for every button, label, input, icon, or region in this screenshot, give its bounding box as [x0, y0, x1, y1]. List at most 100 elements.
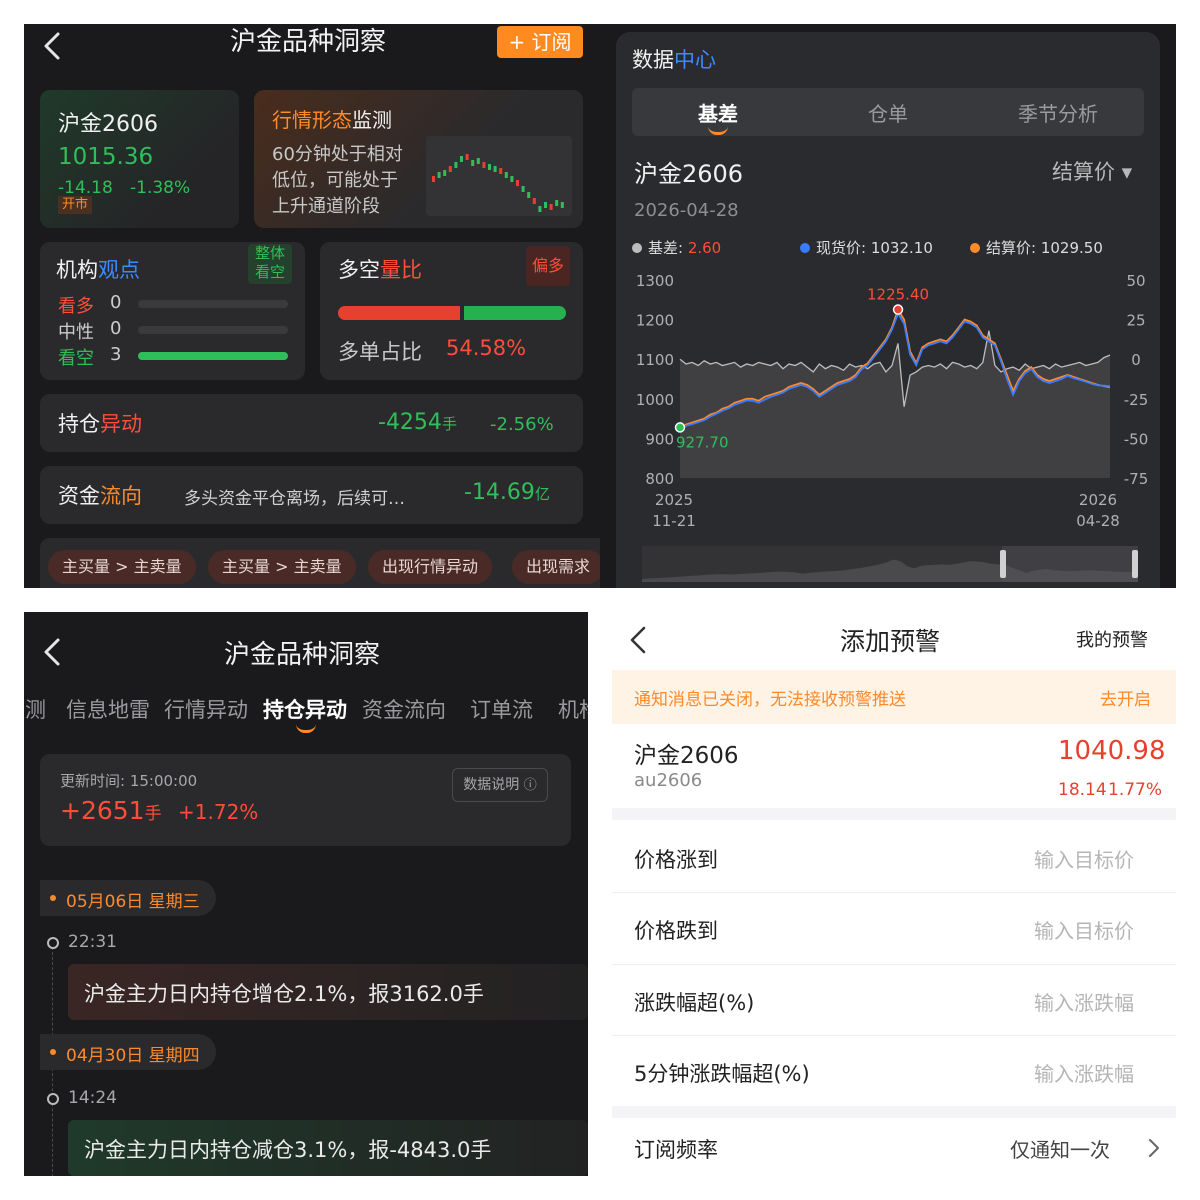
position-change-card[interactable]: 持仓异动 -4254手 -2.56% — [40, 394, 583, 452]
frequency-value[interactable]: 仅通知一次 — [1010, 1134, 1110, 1163]
institution-views-card[interactable]: 机构观点 整体 看空 看多 0 中性 0 看空 3 — [40, 242, 305, 380]
views-title-b: 观点 — [98, 258, 140, 282]
y-left-tick: 1300 — [636, 272, 674, 290]
section-divider — [612, 808, 1176, 820]
signal-pill[interactable]: 出现行情异动 — [368, 550, 493, 584]
five-min-change-row[interactable]: 5分钟涨跌幅超(%) 输入涨跌幅 — [612, 1036, 1176, 1106]
change-pct-input[interactable]: 输入涨跌幅 — [1034, 987, 1134, 1016]
help-circle-icon: ⓘ — [523, 778, 537, 793]
tab-seasonal[interactable]: 季节分析 — [1018, 98, 1098, 127]
y-right-tick: 25 — [1126, 312, 1145, 330]
neutral-bar — [138, 326, 288, 334]
price-rise-label: 价格涨到 — [634, 848, 718, 872]
date-label: 04月30日 星期四 — [66, 1046, 200, 1066]
event-time: 22:31 — [68, 932, 117, 952]
position-change-value: -4254手 — [378, 410, 457, 435]
flow-title-a: 资金 — [58, 484, 100, 508]
signal-pill[interactable]: 主买量 > 主卖量 — [48, 550, 196, 584]
enable-notification-link[interactable]: 去开启 — [1100, 685, 1151, 710]
mini-candle — [437, 172, 441, 178]
page-title: 添加预警 — [840, 627, 941, 656]
bearish-label: 看空 — [58, 348, 94, 369]
instrument-change-pct: 1.77% — [1108, 780, 1163, 800]
long-share-bar — [338, 306, 461, 320]
five-min-change-input[interactable]: 输入涨跌幅 — [1034, 1058, 1134, 1087]
tab-warehouse-receipt[interactable]: 仓单 — [868, 98, 908, 127]
mini-candle — [527, 192, 531, 198]
instrument-name: 沪金2606 — [634, 743, 739, 769]
long-short-ratio-card[interactable]: 多空量比 偏多 多单占比 54.58% — [320, 242, 583, 380]
mini-candle — [499, 168, 503, 174]
price-type-dropdown[interactable]: 结算价 ▾ — [1052, 156, 1132, 186]
signal-pill[interactable]: 主买量 > 主卖量 — [208, 550, 356, 584]
range-slider-window — [1002, 546, 1138, 582]
data-info-label: 数据说明 — [463, 777, 520, 793]
price-change: -14.18 — [58, 178, 113, 198]
tab-market-anomaly[interactable]: 行情异动 — [164, 694, 248, 724]
data-center-title-b: 中心 — [674, 48, 716, 72]
trend-desc-2: 低位，可能处于 — [272, 170, 398, 191]
mini-candle — [448, 166, 452, 172]
views-card-title: 机构观点 — [56, 254, 140, 284]
bullish-bar — [138, 300, 288, 308]
subscribe-frequency-row[interactable]: 订阅频率 仅通知一次 — [612, 1118, 1176, 1176]
tab-bar: 基差 仓单 季节分析 — [632, 88, 1144, 136]
back-icon[interactable] — [624, 622, 654, 658]
event-card[interactable]: 沪金主力日内持仓增仓2.1%，报3162.0手 — [68, 964, 588, 1020]
position-net-unit: 手 — [144, 804, 162, 824]
subscribe-button[interactable]: + 订阅 — [497, 26, 583, 58]
x-tick-date: 11-21 — [652, 512, 696, 530]
mini-candle — [555, 200, 559, 206]
signal-pills-row: 主买量 > 主卖量 主买量 > 主卖量 出现行情异动 出现需求 — [40, 538, 600, 588]
mini-candlestick-chart — [426, 136, 572, 216]
instrument-code: au2606 — [634, 770, 703, 791]
mini-candle — [538, 206, 542, 212]
price-rise-input[interactable]: 输入目标价 — [1034, 844, 1134, 873]
mini-candle — [504, 172, 508, 178]
event-text: 沪金主力日内持仓增仓2.1%，报3162.0手 — [84, 982, 484, 1006]
max-point-label: 1225.40 — [867, 286, 929, 304]
contract-price-card[interactable]: 沪金2606 1015.36 -14.18 -1.38% 开市 — [40, 90, 239, 228]
trend-pattern-card[interactable]: 行情形态监测 60分钟处于相对 低位，可能处于 上升通道阶段 — [254, 90, 583, 228]
y-right-tick: -75 — [1124, 470, 1149, 488]
legend-entry: 现货价: 1032.10 — [816, 239, 933, 257]
price-fall-input[interactable]: 输入目标价 — [1034, 915, 1134, 944]
mini-candle — [465, 154, 469, 160]
back-icon[interactable] — [38, 634, 68, 670]
legend-entry: 结算价: 1029.50 — [986, 239, 1103, 257]
signal-pill[interactable]: 出现需求 — [512, 550, 600, 584]
event-card[interactable]: 沪金主力日内持仓减仓3.1%，报-4843.0手 — [68, 1120, 588, 1176]
mini-candle — [488, 164, 491, 170]
tab-order-flow[interactable]: 订单流 — [470, 694, 533, 724]
price-rise-row[interactable]: 价格涨到 输入目标价 — [612, 820, 1176, 892]
change-pct-label: 涨跌幅超(%) — [634, 991, 755, 1015]
date-dot — [50, 1049, 56, 1055]
legend-marker — [632, 243, 642, 253]
data-info-button[interactable]: 数据说明 ⓘ — [452, 768, 548, 802]
tab-position-change[interactable]: 持仓异动 — [263, 694, 347, 724]
mini-candle — [549, 204, 553, 210]
tab-institution[interactable]: 机构 — [558, 694, 588, 724]
position-title-a: 持仓 — [58, 412, 100, 436]
tab-capital-flow[interactable]: 资金流向 — [362, 694, 446, 724]
flow-title-b: 流向 — [100, 484, 142, 508]
y-right-tick: 0 — [1131, 351, 1141, 369]
event-time: 14:24 — [68, 1088, 117, 1108]
range-slider-handle — [1132, 550, 1138, 578]
back-icon[interactable] — [38, 28, 68, 64]
tab-basis[interactable]: 基差 — [698, 98, 738, 127]
max-point-marker — [892, 304, 904, 315]
my-alerts-link[interactable]: 我的预警 — [1076, 626, 1148, 652]
tab-monitor[interactable]: 监测 — [24, 694, 46, 724]
data-center-title: 数据中心 — [632, 44, 716, 74]
legend-marker — [970, 243, 980, 253]
notification-text: 通知消息已关闭，无法接收预警推送 — [634, 690, 906, 710]
capital-flow-card[interactable]: 资金流向 多头资金平仓离场，后续可… -14.69亿 — [40, 466, 583, 524]
change-pct-row[interactable]: 涨跌幅超(%) 输入涨跌幅 — [612, 965, 1176, 1035]
price-fall-row[interactable]: 价格跌到 输入目标价 — [612, 893, 1176, 963]
basis-chart: 基差: 2.60 现货价: 1032.10 结算价: 1029.50 1300 1200… — [624, 230, 1160, 588]
tab-info-mine[interactable]: 信息地雷 — [66, 694, 150, 724]
data-center-panel: 数据中心 基差 仓单 季节分析 沪金2606 结算价 ▾ 2026-04-28 … — [600, 24, 1176, 588]
overall-view-badge-line2: 看空 — [254, 263, 285, 281]
position-summary-card: 更新时间: 15:00:00 数据说明 ⓘ +2651手 +1.72% — [40, 754, 571, 846]
